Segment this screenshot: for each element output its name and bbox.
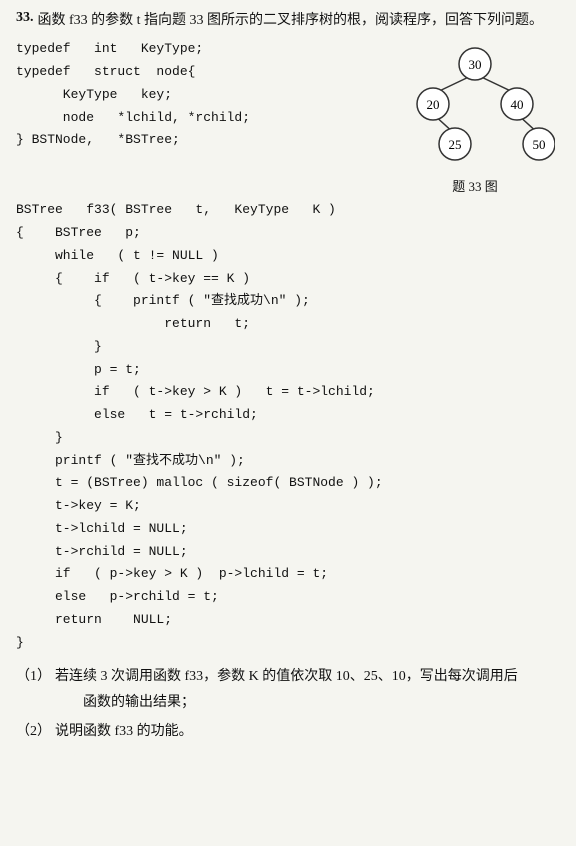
svg-text:40: 40 bbox=[511, 97, 524, 112]
q-text-1: 若连续 3 次调用函数 f33，参数 K 的值依次取 10、25、10，写出每次… bbox=[55, 664, 518, 714]
tree-diagram: 30 20 40 25 50 bbox=[395, 42, 555, 172]
question-number: 33. bbox=[16, 10, 34, 26]
svg-text:30: 30 bbox=[469, 57, 482, 72]
question-header: 33. 函数 f33 的参数 t 指向题 33 图所示的二叉排序树的根，阅读程序… bbox=[16, 10, 560, 32]
sub-question-2: （2）说明函数 f33 的功能。 bbox=[16, 719, 560, 744]
q-text-2: 说明函数 f33 的功能。 bbox=[55, 719, 193, 744]
sub-questions: （1）若连续 3 次调用函数 f33，参数 K 的值依次取 10、25、10，写… bbox=[16, 664, 560, 744]
tree-area: 30 20 40 25 50 题 33 图 bbox=[390, 38, 560, 195]
tree-caption: 题 33 图 bbox=[452, 176, 498, 195]
sub-question-1: （1）若连续 3 次调用函数 f33，参数 K 的值依次取 10、25、10，写… bbox=[16, 664, 560, 714]
q-label-1: （1） bbox=[16, 664, 51, 689]
svg-text:20: 20 bbox=[427, 97, 440, 112]
function-code: BSTree f33( BSTree t, KeyType K ) { BSTr… bbox=[16, 199, 560, 654]
typedef-tree-area: typedef int KeyType; typedef struct node… bbox=[16, 38, 560, 195]
svg-text:25: 25 bbox=[449, 137, 462, 152]
svg-text:50: 50 bbox=[533, 137, 546, 152]
q-label-2: （2） bbox=[16, 719, 51, 744]
question-intro: 函数 f33 的参数 t 指向题 33 图所示的二叉排序树的根，阅读程序，回答下… bbox=[38, 10, 544, 32]
typedef-code: typedef int KeyType; typedef struct node… bbox=[16, 38, 380, 195]
